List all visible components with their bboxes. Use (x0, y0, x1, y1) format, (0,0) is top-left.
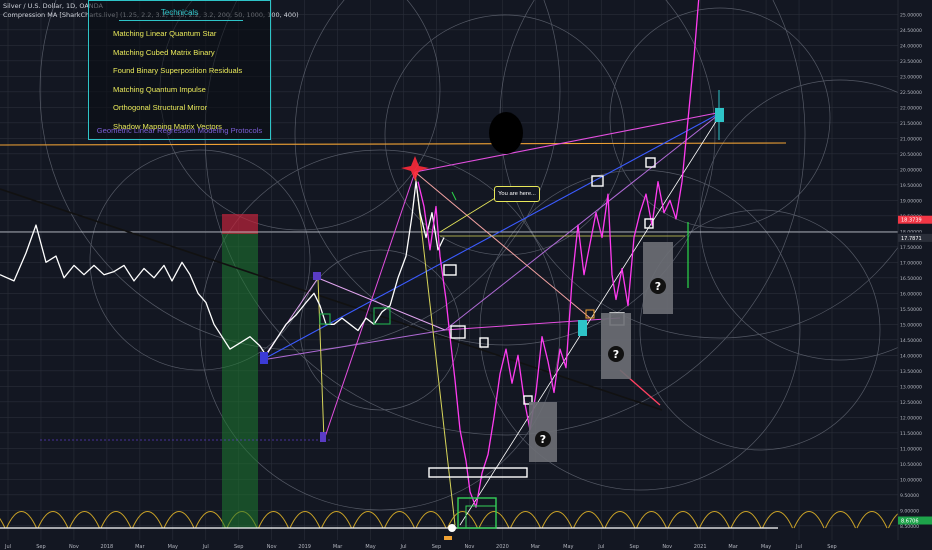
price-label: 18.3739 (901, 218, 922, 224)
price-tick: 14.50000 (900, 338, 922, 344)
time-tick: May (563, 544, 573, 550)
time-tick: 2019 (298, 544, 311, 550)
time-tick: Mar (531, 544, 541, 550)
price-tick: 11.50000 (900, 431, 922, 437)
price-tick: 15.00000 (900, 322, 922, 328)
mystery-box-1: ? (529, 402, 557, 462)
technicals-item: Orthogonal Structural Mirror (113, 103, 208, 112)
price-tick: 23.00000 (900, 74, 922, 80)
technicals-list: Matching Linear Quantum Star Matching Cu… (113, 29, 242, 140)
technicals-item: Matching Quantum Impulse (113, 84, 206, 94)
time-tick: Sep (234, 544, 243, 550)
price-tick: 16.00000 (900, 291, 922, 297)
price-tick: 9.50000 (900, 493, 919, 499)
price-label: 8.6706 (901, 519, 919, 525)
time-tick: Nov (465, 544, 475, 550)
time-tick: Jul (399, 544, 406, 550)
time-tick: Sep (432, 544, 441, 550)
price-tick: 12.00000 (900, 415, 922, 421)
price-label: 17.7871 (901, 236, 922, 242)
purple-marker-c (313, 272, 321, 280)
price-tick: 23.50000 (900, 59, 922, 65)
you-are-here-callout: You are here... (494, 186, 540, 202)
technicals-panel: Technicals Matching Linear Quantum Star … (88, 0, 271, 140)
time-tick: 2018 (101, 544, 114, 550)
price-tick: 19.00000 (900, 198, 922, 204)
svg-text:?: ? (655, 280, 661, 293)
price-tick: 24.00000 (900, 43, 922, 49)
price-tick: 9.00000 (900, 508, 919, 514)
mystery-box-3: ? (643, 242, 673, 314)
time-tick: 2020 (496, 544, 509, 550)
mystery-box-2: ? (601, 313, 631, 379)
time-tick: May (365, 544, 375, 550)
price-tick: 13.00000 (900, 384, 922, 390)
price-tick: 24.50000 (900, 28, 922, 34)
time-tick: Jul (202, 544, 209, 550)
price-tick: 11.00000 (900, 446, 922, 452)
price-tick: 21.50000 (900, 121, 922, 127)
price-tick: 20.00000 (900, 167, 922, 173)
time-tick: Nov (662, 544, 672, 550)
green-zone (222, 232, 258, 528)
price-tick: 8.50000 (900, 524, 919, 530)
red-zone (222, 214, 258, 234)
time-tick: Mar (135, 544, 145, 550)
black-circle-marker (489, 112, 523, 154)
svg-text:?: ? (540, 433, 546, 446)
price-tick: 21.00000 (900, 136, 922, 142)
price-tick: 19.50000 (900, 183, 922, 189)
time-tick: Sep (827, 544, 836, 550)
technicals-footer: Geometric Linear Regression Modeling Pro… (96, 126, 263, 135)
time-tick: Mar (333, 544, 343, 550)
time-tick: May (761, 544, 771, 550)
price-tick: 10.00000 (900, 477, 922, 483)
time-tick: Nov (69, 544, 79, 550)
time-tick: Sep (36, 544, 45, 550)
price-tick: 15.50000 (900, 307, 922, 313)
time-tick: Jul (795, 544, 802, 550)
cyan-box-mid (578, 320, 587, 336)
purple-marker-b (320, 432, 326, 442)
price-tick: 17.50000 (900, 245, 922, 251)
price-tick: 14.00000 (900, 353, 922, 359)
time-tick: Jul (597, 544, 604, 550)
technicals-title: Technicals (160, 8, 199, 17)
price-tick: 22.00000 (900, 105, 922, 111)
time-tick: Mar (728, 544, 738, 550)
time-tick: 2021 (694, 544, 707, 550)
price-tick: 13.50000 (900, 369, 922, 375)
price-tick: 16.50000 (900, 276, 922, 282)
price-tick: 20.50000 (900, 152, 922, 158)
price-tick: 12.50000 (900, 400, 922, 406)
price-tick: 25.00000 (900, 12, 922, 18)
price-tick: 22.50000 (900, 90, 922, 96)
price-tick: 10.50000 (900, 462, 922, 468)
time-tick: May (168, 544, 178, 550)
price-tick: 17.00000 (900, 260, 922, 266)
time-tick: Jul (4, 544, 11, 550)
svg-text:?: ? (613, 348, 619, 361)
technicals-item: Matching Linear Quantum Star (113, 29, 217, 38)
technicals-item: Found Binary Superposition Residuals (113, 66, 243, 75)
technicals-underline (119, 20, 243, 21)
technicals-item: Matching Cubed Matrix Binary (113, 47, 215, 57)
purple-marker-a (260, 352, 268, 364)
time-tick: Nov (267, 544, 277, 550)
time-tick: Sep (630, 544, 639, 550)
